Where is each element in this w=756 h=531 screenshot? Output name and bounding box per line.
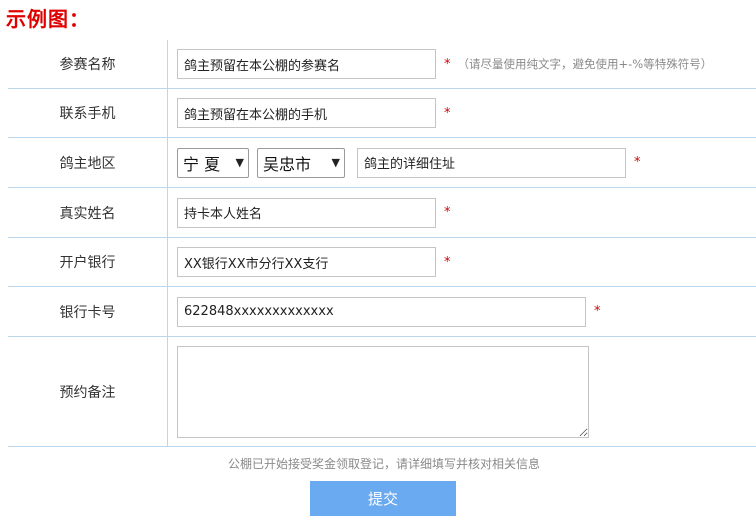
remark-label: 预约备注 <box>8 337 168 446</box>
form-row-bank: 开户银行 * <box>8 238 756 287</box>
province-value: 宁 夏 <box>183 154 221 174</box>
chevron-down-icon: ▼ <box>331 156 340 169</box>
required-mark: * <box>444 205 451 220</box>
real-name-label: 真实姓名 <box>8 188 168 237</box>
bank-label: 开户银行 <box>8 238 168 286</box>
phone-label: 联系手机 <box>8 89 168 137</box>
city-select[interactable]: 吴忠市 ▼ <box>257 147 345 178</box>
entry-name-input[interactable] <box>177 49 436 79</box>
required-mark: * <box>444 56 451 72</box>
form-row-region: 鸽主地区 宁 夏 ▼ 吴忠市 ▼ * <box>8 138 756 188</box>
required-mark: * <box>634 155 641 170</box>
notice-text: 公棚已开始接受奖金领取登记，请详细填写并核对相关信息 <box>227 457 540 471</box>
form-row-phone: 联系手机 * <box>8 89 756 138</box>
registration-form: 参赛名称 * （请尽量使用纯文字，避免使用+-%等特殊符号） 联系手机 * 鸽主… <box>8 40 756 447</box>
real-name-input[interactable] <box>177 197 436 228</box>
province-select[interactable]: 宁 夏 ▼ <box>177 147 249 178</box>
chevron-down-icon: ▼ <box>235 156 244 169</box>
city-value: 吴忠市 <box>263 154 312 174</box>
example-title: 示例图： <box>6 7 90 31</box>
required-mark: * <box>444 254 451 270</box>
address-input[interactable] <box>357 147 626 178</box>
form-row-real-name: 真实姓名 * <box>8 188 756 238</box>
form-row-entry-name: 参赛名称 * （请尽量使用纯文字，避免使用+-%等特殊符号） <box>8 40 756 89</box>
form-row-card-number: 银行卡号 * <box>8 287 756 337</box>
entry-name-hint: （请尽量使用纯文字，避免使用+-%等特殊符号） <box>457 57 713 71</box>
remark-textarea[interactable] <box>177 345 589 438</box>
required-mark: * <box>444 105 451 121</box>
region-label: 鸽主地区 <box>8 138 168 187</box>
phone-input[interactable] <box>177 98 436 128</box>
card-number-input[interactable] <box>177 296 586 327</box>
form-row-remark: 预约备注 <box>8 337 756 447</box>
card-number-label: 银行卡号 <box>8 287 168 336</box>
submit-button[interactable]: 提交 <box>310 481 456 516</box>
bank-input[interactable] <box>177 247 436 277</box>
entry-name-label: 参赛名称 <box>8 40 168 88</box>
required-mark: * <box>594 304 601 319</box>
